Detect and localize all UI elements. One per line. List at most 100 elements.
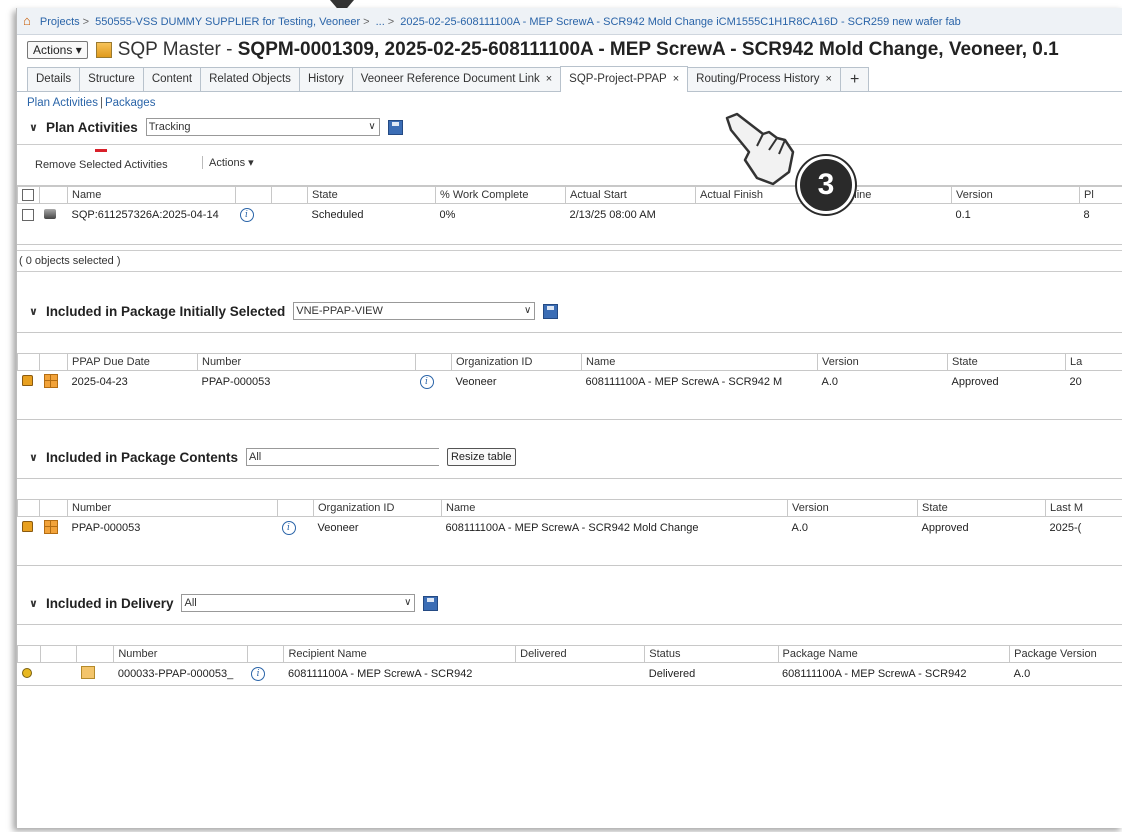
- remove-selected-activities-button[interactable]: Remove Selected Activities: [35, 149, 168, 171]
- tab-details[interactable]: Details: [27, 67, 81, 91]
- chevron-down-icon[interactable]: ∨: [29, 305, 38, 318]
- close-icon[interactable]: ×: [673, 73, 679, 85]
- selection-status: ( 0 objects selected ): [17, 250, 1122, 272]
- column-version[interactable]: Version: [787, 499, 918, 517]
- tab-veoneer-reference-document-link[interactable]: Veoneer Reference Document Link ×: [351, 67, 562, 91]
- save-icon[interactable]: [423, 595, 439, 611]
- add-tab-button[interactable]: +: [839, 67, 870, 91]
- select-all-checkbox[interactable]: [22, 189, 34, 202]
- column-state[interactable]: State: [947, 353, 1066, 371]
- activity-pl[interactable]: 8: [1080, 204, 1122, 227]
- tab-content[interactable]: Content: [142, 67, 202, 91]
- column-version[interactable]: Version: [817, 353, 948, 371]
- save-icon[interactable]: [543, 303, 559, 319]
- column-actual-start[interactable]: Actual Start: [565, 186, 696, 204]
- column-name[interactable]: Name: [581, 353, 818, 371]
- column-number[interactable]: Number: [67, 499, 278, 517]
- table-row: SQP:611257326A:2025-04-14 i Scheduled 0%…: [18, 204, 1122, 227]
- content-last-modified: 2025-(: [1049, 522, 1082, 534]
- breadcrumb-project[interactable]: 550555-VSS DUMMY SUPPLIER for Testing, V…: [95, 16, 360, 28]
- page-title-row: Actions ▾ SQP Master - SQPM-0001309, 202…: [17, 35, 1122, 65]
- tab-bar: Details Structure Content Related Object…: [17, 65, 1122, 92]
- organization-link[interactable]: Veoneer: [314, 517, 442, 540]
- row-checkbox[interactable]: [21, 209, 34, 222]
- chevron-down-icon: ∨: [404, 597, 412, 608]
- status-bulb-icon: [21, 667, 32, 678]
- activity-actual-start: 2/13/25 08:00 AM: [569, 209, 656, 221]
- save-icon[interactable]: [387, 119, 403, 135]
- plan-activities-table: Name State % Work Complete Actual Start …: [17, 185, 1122, 245]
- column-state[interactable]: State: [917, 499, 1046, 517]
- column-name[interactable]: Name: [441, 499, 788, 517]
- ppap-version: A.0: [821, 376, 839, 388]
- column-number[interactable]: Number: [113, 645, 248, 663]
- package-icon: [43, 519, 58, 534]
- ppap-last: 20: [1069, 376, 1082, 388]
- activity-actual-finish: [696, 204, 824, 227]
- info-icon[interactable]: i: [251, 667, 266, 681]
- package-contents-table: Number Organization ID Name Version Stat…: [17, 478, 1122, 566]
- activity-work-complete: 0%: [439, 209, 456, 221]
- plan-activities-toolbar: Remove Selected Activities Actions ▾: [17, 144, 1122, 185]
- delivery-number-link[interactable]: 000033-PPAP-000053_: [114, 663, 247, 686]
- actions-button[interactable]: Actions ▾: [27, 41, 88, 59]
- column-version[interactable]: Version: [951, 186, 1080, 204]
- toolbar-actions-menu[interactable]: Actions ▾: [202, 156, 254, 169]
- info-icon[interactable]: i: [239, 208, 254, 222]
- sqp-master-icon: [95, 42, 112, 58]
- tab-sqp-project-ppap[interactable]: SQP-Project-PPAP ×: [560, 66, 689, 92]
- package-icon: [43, 373, 58, 388]
- chevron-down-icon[interactable]: ∨: [29, 597, 38, 610]
- app-window: ⌂ Projects > 550555-VSS DUMMY SUPPLIER fo…: [16, 8, 1122, 828]
- tab-related-objects[interactable]: Related Objects: [200, 67, 300, 91]
- chevron-down-icon: ∨: [523, 305, 532, 316]
- column-pl[interactable]: Pl: [1079, 186, 1122, 204]
- column-organization-id[interactable]: Organization ID: [451, 353, 582, 371]
- home-icon[interactable]: ⌂: [23, 13, 31, 28]
- ppap-number-link[interactable]: PPAP-000053: [198, 371, 416, 394]
- breadcrumb-current[interactable]: 2025-02-25-608111100A - MEP ScrewA - SCR…: [400, 16, 960, 28]
- breadcrumb: ⌂ Projects > 550555-VSS DUMMY SUPPLIER fo…: [17, 8, 1122, 35]
- activity-name-link[interactable]: SQP:611257326A:2025-04-14: [68, 204, 236, 227]
- table-row: 000033-PPAP-000053_ i 608111100A - MEP S…: [18, 663, 1122, 686]
- activity-state: Scheduled: [311, 209, 364, 221]
- column-last-modified[interactable]: Last M: [1045, 499, 1122, 517]
- column-organization-id[interactable]: Organization ID: [313, 499, 442, 517]
- tab-structure[interactable]: Structure: [79, 67, 144, 91]
- ppap-number-link[interactable]: PPAP-000053: [68, 517, 278, 540]
- chevron-down-icon[interactable]: ∨: [29, 121, 38, 134]
- resize-table-button[interactable]: Resize table: [446, 448, 516, 466]
- column-last[interactable]: La: [1065, 353, 1122, 371]
- package-initial-view-select[interactable]: VNE-PPAP-VIEW ∨: [293, 302, 536, 320]
- column-package-version[interactable]: Package Version: [1009, 645, 1122, 663]
- column-work-complete[interactable]: % Work Complete: [435, 186, 566, 204]
- delivery-delivered: [516, 663, 645, 686]
- chevron-down-icon: ∨: [368, 121, 376, 132]
- column-state[interactable]: State: [307, 186, 436, 204]
- column-name[interactable]: Name: [67, 186, 236, 204]
- packages-link[interactable]: Packages: [105, 97, 156, 109]
- column-status[interactable]: Status: [644, 645, 779, 663]
- chevron-down-icon[interactable]: ∨: [29, 451, 38, 464]
- package-initial-header: ∨ Included in Package Initially Selected…: [17, 298, 1122, 324]
- breadcrumb-projects[interactable]: Projects: [40, 16, 80, 28]
- breadcrumb-ellipsis[interactable]: ...: [376, 16, 385, 28]
- column-delivered[interactable]: Delivered: [515, 645, 646, 663]
- column-ppap-due-date[interactable]: PPAP Due Date: [67, 353, 198, 371]
- delivery-view-select[interactable]: All ∨: [181, 594, 416, 612]
- column-package-name[interactable]: Package Name: [777, 645, 1011, 663]
- activity-version: 0.1: [955, 209, 971, 221]
- plan-activities-link[interactable]: Plan Activities: [27, 97, 98, 109]
- info-icon[interactable]: i: [419, 375, 434, 389]
- close-icon[interactable]: ×: [826, 73, 832, 85]
- column-recipient-name[interactable]: Recipient Name: [283, 645, 517, 663]
- organization-link[interactable]: Veoneer: [452, 371, 582, 394]
- package-contents-view-select[interactable]: All: [245, 448, 439, 466]
- column-number[interactable]: Number: [197, 353, 416, 371]
- lock-icon: [21, 521, 33, 532]
- info-icon[interactable]: i: [281, 521, 296, 535]
- close-icon[interactable]: ×: [546, 73, 552, 85]
- tab-history[interactable]: History: [298, 67, 353, 91]
- tab-routing-process-history[interactable]: Routing/Process History ×: [687, 67, 841, 91]
- plan-activities-view-select[interactable]: Tracking ∨: [145, 118, 380, 136]
